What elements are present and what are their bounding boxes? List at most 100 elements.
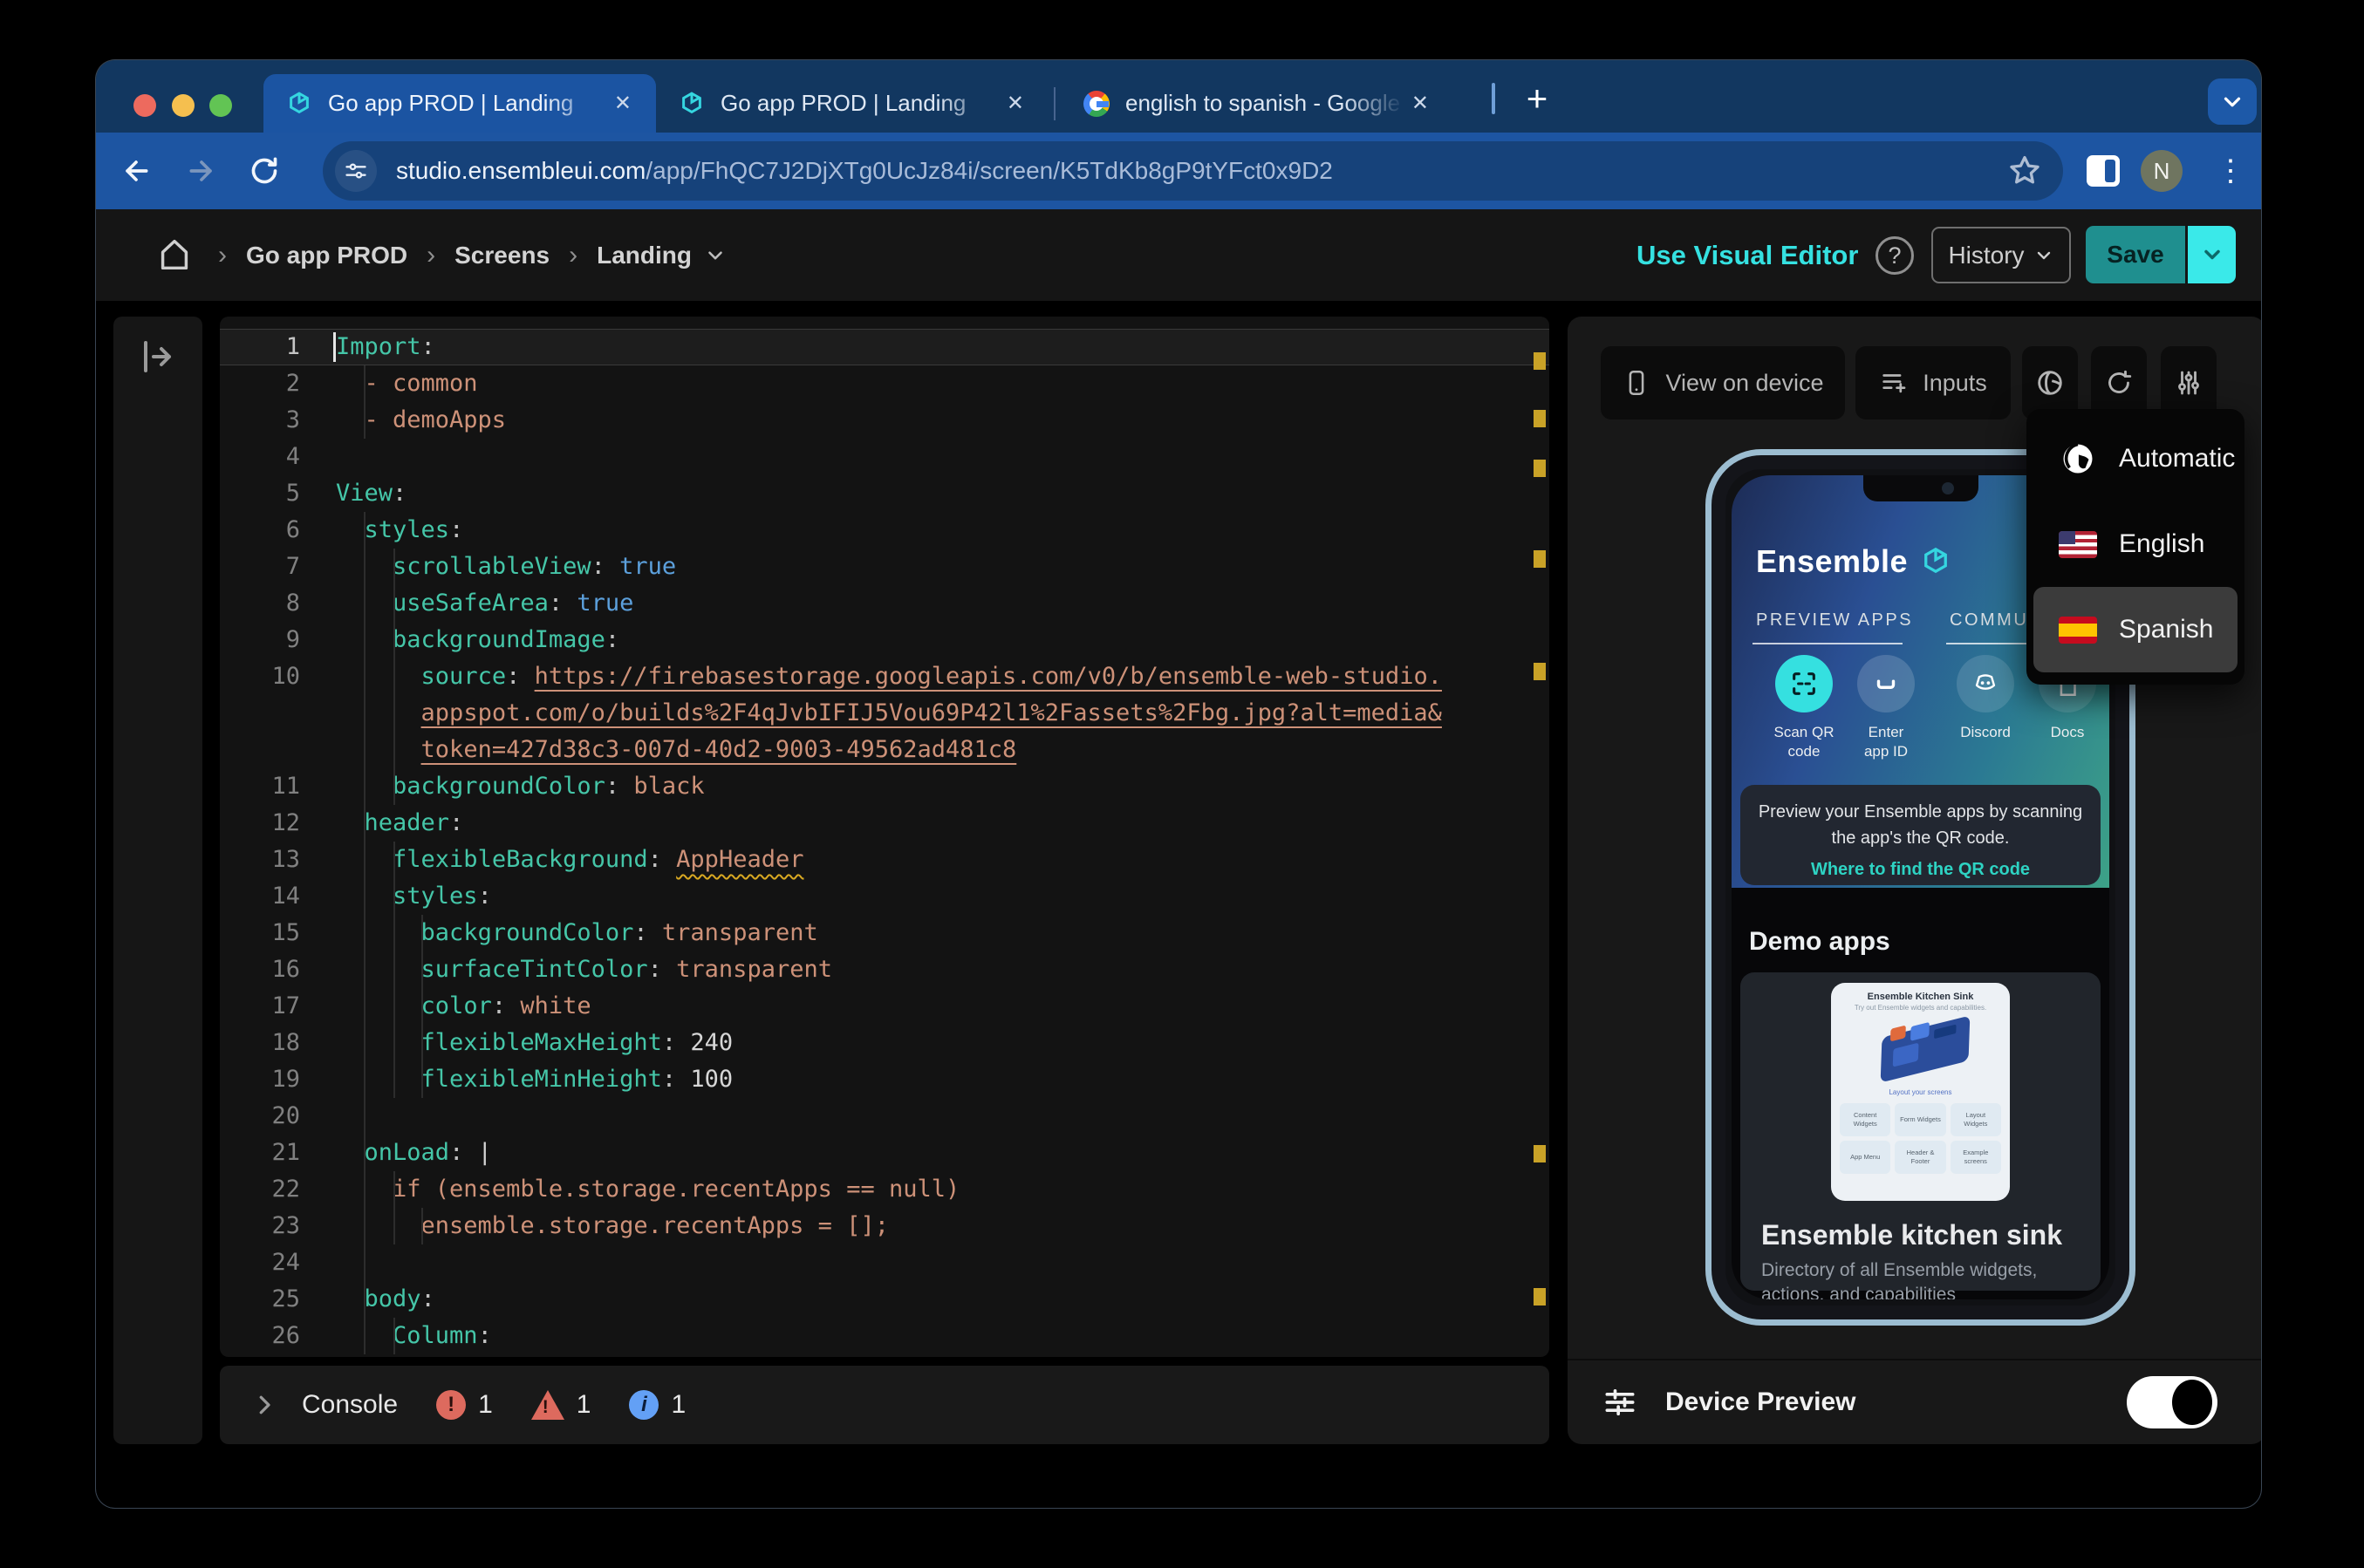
- side-panel-icon[interactable]: [2087, 155, 2120, 187]
- code-line[interactable]: 13 flexibleBackground: AppHeader: [220, 842, 1549, 878]
- back-icon[interactable]: [119, 153, 154, 188]
- history-button[interactable]: History: [1931, 227, 2071, 283]
- expand-sidebar-icon[interactable]: [136, 336, 178, 378]
- mock-illustration: [1831, 1012, 2010, 1087]
- save-dropdown-button[interactable]: [2188, 226, 2236, 283]
- view-on-device-button[interactable]: View on device: [1601, 346, 1845, 419]
- code-line[interactable]: 19 flexibleMinHeight: 100: [220, 1061, 1549, 1098]
- forward-icon[interactable]: [184, 153, 219, 188]
- save-button[interactable]: Save: [2086, 226, 2185, 283]
- error-count: 1: [478, 1390, 493, 1419]
- action-label: Docs: [2050, 724, 2085, 740]
- code-line[interactable]: 10 source: https://firebasestorage.googl…: [220, 658, 1549, 695]
- tab-preview-apps[interactable]: PREVIEW APPS: [1756, 610, 1913, 631]
- code-rows: 1 Import: 2 - common 3 - demoApps 4 5 View: 6 s…: [220, 329, 1549, 1354]
- code-line[interactable]: 3 - demoApps: [220, 402, 1549, 439]
- qr-card-link[interactable]: Where to find the QR code: [1740, 860, 2101, 880]
- inputs-button[interactable]: Inputs: [1855, 346, 2011, 419]
- code-line[interactable]: 20: [220, 1098, 1549, 1135]
- code-line[interactable]: 22 if (ensemble.storage.recentApps == nu…: [220, 1171, 1549, 1208]
- line-number: 20: [271, 1102, 300, 1129]
- profile-avatar[interactable]: N: [2141, 150, 2183, 192]
- action-app-id[interactable]: Enter app ID: [1838, 655, 1934, 761]
- code-text: Import:: [336, 333, 435, 360]
- address-bar[interactable]: studio.ensembleui.com/app/FhQC7J2DjXTg0U…: [323, 141, 2063, 201]
- line-number: 11: [271, 773, 300, 800]
- breadcrumb-separator: ›: [427, 240, 436, 269]
- browser-tab[interactable]: english to spanish - Google S ✕: [1061, 74, 1453, 133]
- console-warning-badge: ! 1: [530, 1390, 591, 1420]
- code-text: scrollableView: true: [393, 553, 677, 580]
- chevron-down-icon[interactable]: [704, 244, 727, 267]
- indent-guide: [364, 365, 366, 439]
- help-button[interactable]: ?: [1875, 236, 1914, 275]
- code-line[interactable]: 15 backgroundColor: transparent: [220, 915, 1549, 951]
- code-line[interactable]: 6 styles:: [220, 512, 1549, 549]
- mock-button: Form Widgets: [1895, 1103, 1946, 1136]
- code-line[interactable]: 4: [220, 439, 1549, 475]
- language-option-automatic[interactable]: Automatic: [2033, 416, 2238, 501]
- code-line[interactable]: 8 useSafeArea: true: [220, 585, 1549, 622]
- line-number: 8: [285, 590, 300, 617]
- language-option-label: Spanish: [2119, 615, 2214, 644]
- code-line[interactable]: 17 color: white: [220, 988, 1549, 1025]
- code-text: source: https://firebasestorage.googleap…: [420, 663, 1442, 690]
- code-line[interactable]: 9 backgroundImage:: [220, 622, 1549, 658]
- code-line[interactable]: 23 ensemble.storage.recentApps = [];: [220, 1208, 1549, 1244]
- browser-tab[interactable]: Go app PROD | Landing ✕: [656, 74, 1049, 133]
- chevron-down-icon: [2033, 245, 2054, 266]
- code-line[interactable]: 26 Column:: [220, 1318, 1549, 1354]
- tab-close-icon[interactable]: ✕: [1000, 87, 1031, 119]
- inputs-filter-icon: [1879, 368, 1909, 398]
- demo-apps-heading: Demo apps: [1749, 927, 1890, 956]
- code-line[interactable]: 21 onLoad: |: [220, 1135, 1549, 1171]
- traffic-light-minimize[interactable]: [172, 94, 195, 117]
- ruler-warning-mark: [1534, 1145, 1546, 1162]
- new-tab-button[interactable]: +: [1513, 76, 1561, 121]
- ruler-warning-mark: [1534, 663, 1546, 680]
- traffic-light-close[interactable]: [133, 94, 156, 117]
- tab-close-icon[interactable]: ✕: [607, 87, 639, 119]
- language-option-english[interactable]: English: [2033, 501, 2238, 587]
- traffic-light-zoom[interactable]: [209, 94, 232, 117]
- browser-menu-icon[interactable]: ⋮: [2216, 148, 2245, 194]
- code-line[interactable]: token=427d38c3-007d-40d2-9003-49562ad481…: [220, 732, 1549, 768]
- code-line[interactable]: 7 scrollableView: true: [220, 549, 1549, 585]
- code-line[interactable]: 2 - common: [220, 365, 1549, 402]
- code-text: backgroundColor: transparent: [420, 919, 818, 946]
- demo-app-card[interactable]: Ensemble Kitchen Sink Try out Ensemble w…: [1740, 972, 2101, 1299]
- use-visual-editor-link[interactable]: Use Visual Editor: [1636, 209, 1858, 301]
- code-line[interactable]: 25 body:: [220, 1281, 1549, 1318]
- warning-count: 1: [576, 1390, 591, 1419]
- breadcrumb-item[interactable]: Landing: [597, 242, 692, 269]
- phone-notch: [1862, 475, 1978, 501]
- code-editor[interactable]: 1 Import: 2 - common 3 - demoApps 4 5 View: 6 s…: [220, 317, 1549, 1357]
- tab-search-chevron-button[interactable]: [2208, 78, 2257, 125]
- chevron-right-icon[interactable]: [251, 1392, 277, 1418]
- site-settings-icon[interactable]: [335, 150, 377, 192]
- code-line[interactable]: 16 surfaceTintColor: transparent: [220, 951, 1549, 988]
- code-line[interactable]: 18 flexibleMaxHeight: 240: [220, 1025, 1549, 1061]
- language-option-spanish[interactable]: Spanish: [2033, 587, 2238, 672]
- device-preview-toggle[interactable]: [2127, 1376, 2217, 1428]
- tab-close-icon[interactable]: ✕: [1404, 87, 1436, 119]
- code-line[interactable]: 24: [220, 1244, 1549, 1281]
- code-line[interactable]: 12 header:: [220, 805, 1549, 842]
- view-on-device-label: View on device: [1665, 369, 1824, 396]
- bookmark-star-icon[interactable]: [2005, 152, 2044, 190]
- console-bar[interactable]: Console ! 1 ! 1 i 1: [220, 1366, 1549, 1444]
- inputs-label: Inputs: [1923, 369, 1987, 396]
- breadcrumb-item[interactable]: Go app PROD: [246, 242, 407, 269]
- code-line[interactable]: 5 View:: [220, 475, 1549, 512]
- code-line[interactable]: 1 Import:: [220, 329, 1549, 365]
- code-line[interactable]: appspot.com/o/builds%2F4qJvbIFIJ5Vou69P4…: [220, 695, 1549, 732]
- code-line[interactable]: 14 styles:: [220, 878, 1549, 915]
- home-icon[interactable]: [154, 235, 195, 275]
- reload-icon[interactable]: [247, 153, 282, 188]
- line-number: 13: [271, 846, 300, 873]
- code-text: surfaceTintColor: transparent: [420, 956, 832, 983]
- browser-tab[interactable]: Go app PROD | Landing ✕: [263, 74, 656, 133]
- code-line[interactable]: 11 backgroundColor: black: [220, 768, 1549, 805]
- breadcrumb-item[interactable]: Screens: [454, 242, 550, 269]
- code-text: styles:: [364, 516, 464, 543]
